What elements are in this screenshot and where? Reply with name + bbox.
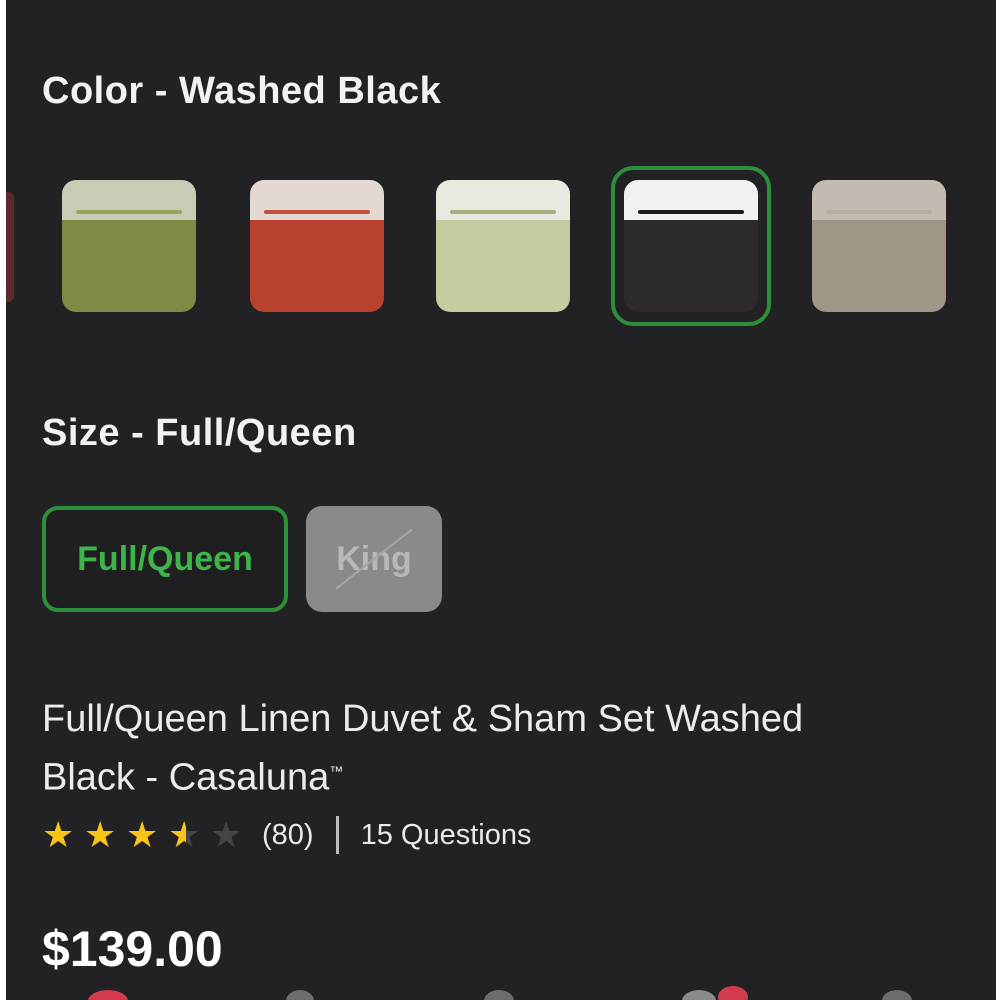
price: $139.00 (42, 921, 223, 977)
size-option-label: Full/Queen (77, 539, 253, 578)
star-half-icon: ★ ★ (168, 814, 201, 855)
swatch-image-detail (450, 210, 556, 214)
product-title: Full/Queen Linen Duvet & Sham Set Washed… (42, 693, 942, 804)
nav-icon[interactable] (88, 990, 128, 1000)
swatch-image-body (812, 220, 946, 312)
star-full-icon: ★ (126, 814, 159, 855)
product-title-line2: Black - Casaluna (42, 756, 330, 799)
partial-color-swatch[interactable] (6, 192, 14, 302)
trademark: ™ (329, 763, 344, 779)
review-count[interactable]: (80) (262, 819, 314, 852)
rating-row: ★ ★ ★ ★ ★ ★ (80) 15 Questions (42, 812, 531, 858)
size-label: Size - Full/Queen (42, 412, 357, 454)
star-full-icon: ★ (84, 814, 117, 855)
selected-swatch-ring (611, 166, 771, 326)
cart-badge-icon (718, 986, 748, 1000)
product-title-line1: Full/Queen Linen Duvet & Sham Set Washed (42, 698, 804, 740)
questions-link[interactable]: 15 Questions (361, 819, 532, 852)
swatch-image-body (62, 220, 196, 312)
nav-icon[interactable] (286, 990, 314, 1000)
color-swatch-taupe[interactable] (812, 180, 946, 312)
nav-icon[interactable] (682, 990, 716, 1000)
star-full-icon: ★ (42, 814, 75, 855)
swatch-image-detail (826, 210, 932, 214)
color-swatch-sage[interactable] (436, 180, 570, 312)
nav-icon[interactable] (882, 990, 912, 1000)
divider (335, 816, 339, 854)
swatch-image-detail (264, 210, 370, 214)
size-option-full-queen[interactable]: Full/Queen (42, 506, 288, 612)
color-label: Color - Washed Black (42, 70, 442, 112)
swatch-image-body (250, 220, 384, 312)
swatch-image-body (436, 220, 570, 312)
product-page: Color - Washed Black Size - Full/Queen F… (6, 0, 996, 1000)
star-rating[interactable]: ★ ★ ★ ★ ★ ★ (42, 817, 252, 853)
nav-icon[interactable] (484, 990, 514, 1000)
swatch-image-detail (76, 210, 182, 214)
color-swatch-red[interactable] (250, 180, 384, 312)
color-swatch-green[interactable] (62, 180, 196, 312)
star-empty-icon: ★ (210, 814, 243, 855)
size-option-king[interactable]: King (306, 506, 442, 612)
